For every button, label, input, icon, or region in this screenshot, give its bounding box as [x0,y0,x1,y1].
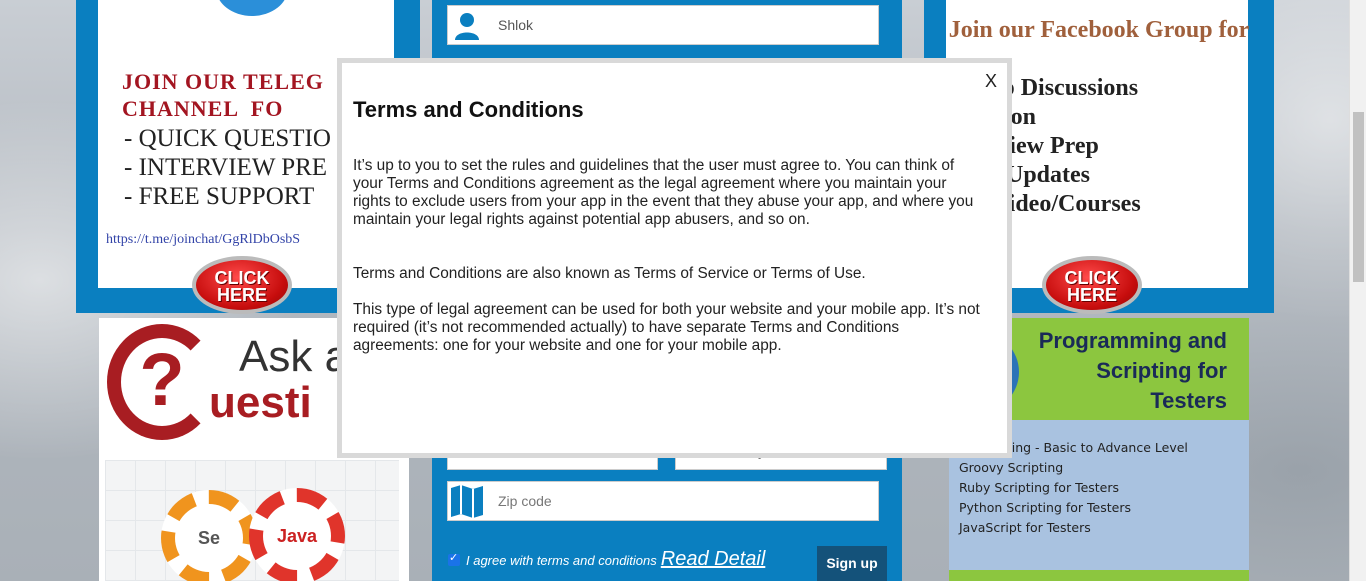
modal-body: It’s up to you to set the rules and guid… [353,157,983,391]
modal-paragraph: This type of legal agreement can be used… [353,301,980,354]
modal-title: Terms and Conditions [353,97,584,122]
modal-paragraph: Terms and Conditions are also known as T… [353,265,866,282]
page-scrollbar[interactable] [1349,0,1366,581]
close-icon[interactable]: X [985,71,997,92]
scrollbar-thumb[interactable] [1353,112,1364,282]
modal-paragraph: It’s up to you to set the rules and guid… [353,157,974,228]
terms-modal: X Terms and Conditions It’s up to you to… [337,58,1012,458]
